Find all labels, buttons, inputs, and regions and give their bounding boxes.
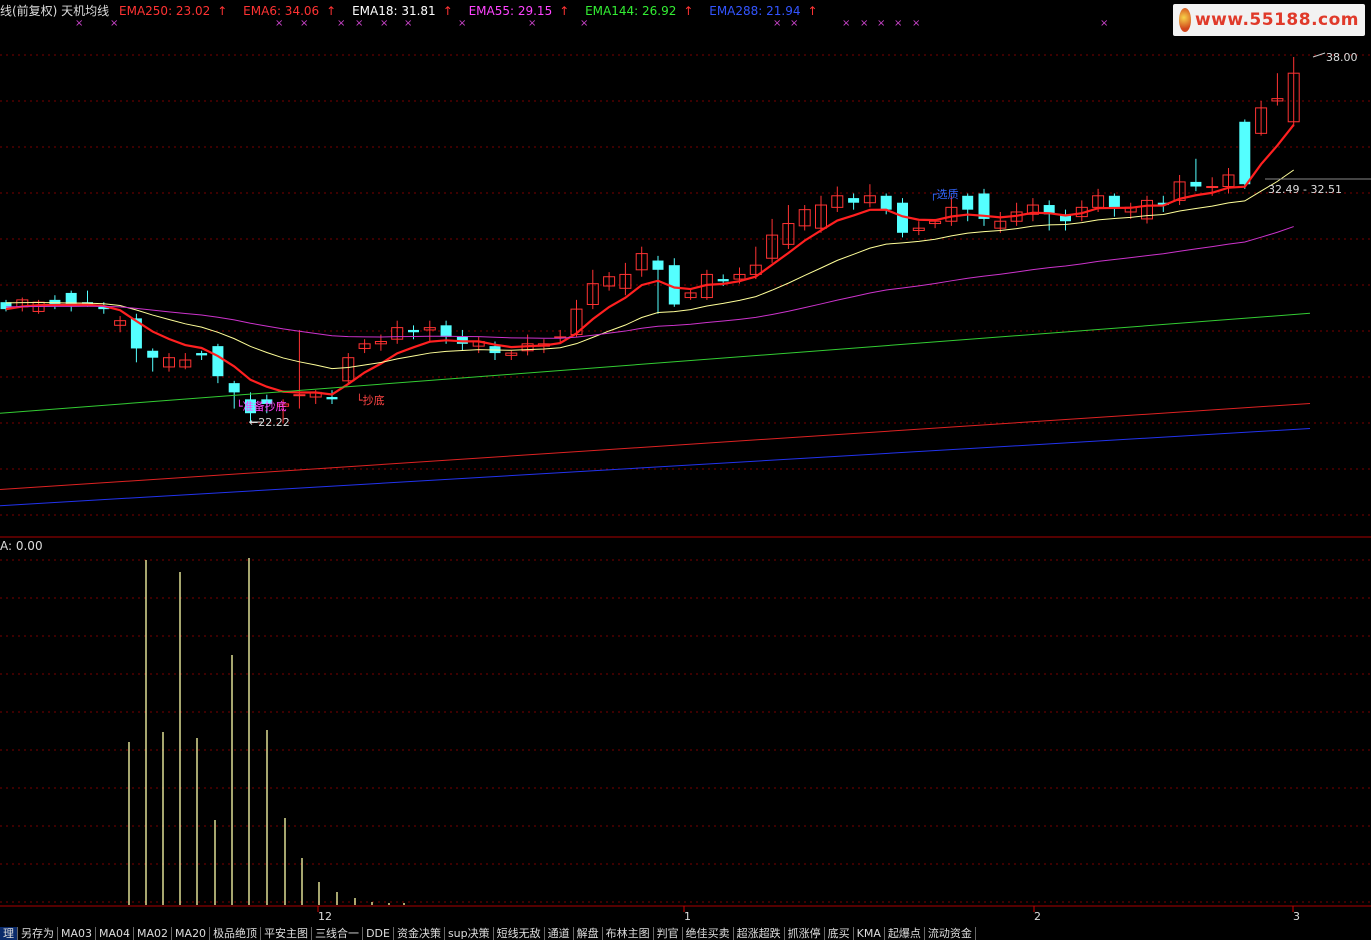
month-label-1: 1 xyxy=(684,910,691,923)
legend-ema55: EMA55: 29.15 ↑ xyxy=(468,4,570,18)
month-label-2: 2 xyxy=(1034,910,1041,923)
signal-cross: × xyxy=(842,18,850,29)
candle-body xyxy=(408,329,419,333)
toolbar-item-18[interactable]: 超涨超跌 xyxy=(734,927,785,940)
candle-body xyxy=(293,394,306,397)
candle-body xyxy=(440,325,452,337)
signal-cross: × xyxy=(110,18,118,29)
low-price-label: ←22.22 xyxy=(249,416,290,429)
signal-cross: × xyxy=(877,18,885,29)
signal-cross: × xyxy=(458,18,466,29)
ema250-line xyxy=(0,402,1311,491)
legend-ema6: EMA6: 34.06 ↑ xyxy=(243,4,337,18)
high-price-label: 38.00 xyxy=(1326,51,1358,64)
select-signal-label: ┌选质 xyxy=(930,188,959,201)
mark-signal-label: └准备抄底 xyxy=(236,399,287,413)
toolbar-item-17[interactable]: 绝佳买卖 xyxy=(683,927,734,940)
month-label-3: 3 xyxy=(1293,910,1300,923)
candle-body xyxy=(147,350,159,358)
indicator-legend: 线(前复权) 天机均线 EMA250: 23.02 ↑ EMA6: 34.06 ↑ … xyxy=(0,3,830,19)
candle-body xyxy=(196,353,208,356)
toolbar-item-10[interactable]: 资金决策 xyxy=(394,927,445,940)
candle-body xyxy=(49,299,61,305)
site-logo[interactable]: www.55188.com xyxy=(1173,4,1365,36)
ema18-line xyxy=(5,169,1294,370)
legend-ema18: EMA18: 31.81 ↑ xyxy=(352,4,453,18)
candle-body xyxy=(1206,186,1219,189)
toolbar-item-4[interactable]: MA02 xyxy=(134,927,173,940)
toolbar-item-0[interactable]: 理 xyxy=(0,927,18,940)
legend-ema288: EMA288: 21.94 ↑ xyxy=(709,4,818,18)
toolbar-item-16[interactable]: 判官 xyxy=(654,927,683,940)
signal-cross: × xyxy=(275,18,283,29)
ema288-line xyxy=(0,427,1311,507)
toolbar-item-15[interactable]: 布林主图 xyxy=(603,927,654,940)
candle-body xyxy=(228,383,240,393)
toolbar-item-7[interactable]: 平安主图 xyxy=(261,927,313,940)
toolbar-item-13[interactable]: 通道 xyxy=(545,927,574,940)
toolbar-item-6[interactable]: 极品绝顶 xyxy=(210,927,262,940)
legend-ema144: EMA144: 26.92 ↑ xyxy=(585,4,694,18)
candle-body xyxy=(212,346,224,377)
toolbar-item-1[interactable]: 另存为 xyxy=(18,927,58,940)
signal-cross: × xyxy=(773,18,781,29)
signal-cross: × xyxy=(1100,18,1108,29)
toolbar-item-2[interactable]: MA03 xyxy=(58,927,97,940)
indicator-toolbar: 理 另存为 MA03 MA04 MA02 MA20 极品绝顶 平安主图 三线合一… xyxy=(0,927,1371,940)
candle-body xyxy=(652,260,664,270)
ema144-line xyxy=(0,312,1311,414)
range-label: 32.49 - 32.51 xyxy=(1268,183,1342,196)
candle-body xyxy=(1239,121,1251,185)
signal-cross: × xyxy=(790,18,798,29)
toolbar-item-11[interactable]: sup决策 xyxy=(445,927,494,940)
signal-cross: × xyxy=(894,18,902,29)
candle-body xyxy=(1108,195,1120,208)
signal-cross: × xyxy=(528,18,536,29)
toolbar-item-8[interactable]: 三线合一 xyxy=(312,927,364,940)
signal-cross: × xyxy=(337,18,345,29)
signal-cross: × xyxy=(860,18,868,29)
buy-signal-label: └抄底 xyxy=(356,393,385,407)
toolbar-item-12[interactable]: 短线无敌 xyxy=(494,927,545,940)
signal-cross: × xyxy=(355,18,363,29)
candle-body xyxy=(962,195,974,210)
signal-cross: × xyxy=(380,18,388,29)
signal-cross: × xyxy=(912,18,920,29)
toolbar-item-19[interactable]: 抓涨停 xyxy=(785,927,825,940)
toolbar-item-9[interactable]: DDE xyxy=(363,927,394,940)
candle-body xyxy=(1190,181,1202,187)
candle-body xyxy=(717,279,729,282)
signal-cross: × xyxy=(404,18,412,29)
kline-chart[interactable]: 38.00 ←22.22 32.49 - 32.51 ┌选质 └抄底 └准备抄底 × × × × ×… xyxy=(0,0,1371,940)
toolbar-item-3[interactable]: MA04 xyxy=(96,927,135,940)
toolbar-item-23[interactable]: 流动资金 xyxy=(925,927,976,940)
legend-prefix: 线(前复权) 天机均线 xyxy=(0,4,110,18)
candle-body xyxy=(326,397,338,400)
signal-cross: × xyxy=(580,18,588,29)
month-label-12: 12 xyxy=(318,910,332,923)
toolbar-item-14[interactable]: 解盘 xyxy=(574,927,603,940)
toolbar-item-22[interactable]: 起爆点 xyxy=(885,927,925,940)
sub-chart-legend: A: 0.00 xyxy=(0,539,43,553)
logo-icon xyxy=(1179,8,1191,32)
candle-body xyxy=(848,198,860,203)
candle-body xyxy=(880,195,892,210)
toolbar-item-5[interactable]: MA20 xyxy=(172,927,211,940)
logo-text: www.55188.com xyxy=(1194,10,1359,30)
signal-cross: × xyxy=(75,18,83,29)
toolbar-item-21[interactable]: KMA xyxy=(854,927,885,940)
legend-ema250: EMA250: 23.02 ↑ xyxy=(119,4,228,18)
toolbar-item-20[interactable]: 底买 xyxy=(825,927,854,940)
signal-cross: × xyxy=(300,18,308,29)
